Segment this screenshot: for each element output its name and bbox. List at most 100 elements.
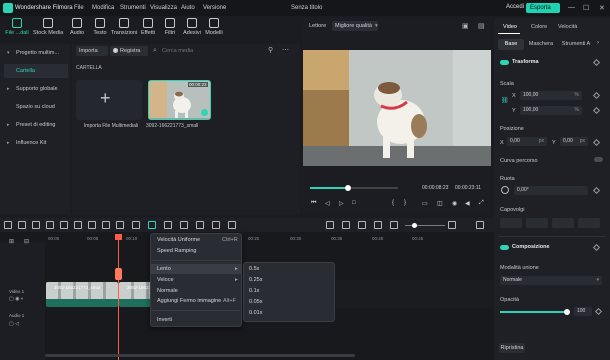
sidebar-item-editing-presets[interactable]: ▸ Preset di editing — [4, 118, 68, 132]
submenu-item[interactable]: 0.5x — [249, 266, 259, 272]
text-edit-icon[interactable] — [102, 221, 110, 229]
rotate-right-button[interactable] — [578, 218, 600, 228]
opacity-slider[interactable] — [500, 311, 566, 313]
menu-aiuto[interactable]: Aiuto — [181, 5, 195, 11]
search-input[interactable] — [152, 46, 264, 56]
sidebar-item-global-support[interactable]: ▸ Supporto globale — [4, 82, 68, 96]
menu-item-uniform-speed[interactable]: Velocità Uniforme — [157, 237, 200, 243]
login-button[interactable]: Accedi — [506, 4, 524, 10]
snap-icon[interactable] — [374, 221, 382, 229]
track-lock-icon[interactable]: ▢ ◉ ◐ — [9, 296, 24, 302]
menu-item-freeze-frame[interactable]: Aggiungi Fermo immagine — [157, 298, 221, 304]
redo-icon[interactable] — [46, 221, 54, 229]
color-icon[interactable] — [164, 221, 172, 229]
menu-file[interactable]: File — [74, 5, 84, 11]
reset-button[interactable]: Ripristina — [499, 343, 525, 353]
shield-icon[interactable] — [326, 221, 334, 229]
tab-video[interactable]: Video — [503, 24, 517, 30]
panel-layout-icon[interactable]: ▤ — [478, 22, 485, 30]
rotate-dial-icon[interactable] — [501, 186, 509, 194]
close-icon[interactable]: ✕ — [599, 4, 605, 12]
preview-scrubber-handle[interactable] — [345, 185, 351, 191]
blend-mode-select[interactable]: Normale ▾ — [500, 276, 602, 285]
play-icon[interactable]: ▷ — [339, 200, 344, 207]
scale-y-field[interactable]: 100,00% — [520, 106, 582, 115]
rotate-field[interactable]: 0,00° — [514, 186, 588, 195]
subtab-mask[interactable]: Maschera — [526, 39, 556, 50]
submenu-item[interactable]: 0.05x — [249, 299, 262, 305]
opacity-field[interactable]: 100 — [574, 307, 592, 316]
cut-icon[interactable] — [74, 221, 82, 229]
ai-icon[interactable] — [228, 221, 236, 229]
sidebar-item-project-media[interactable]: ▾ Progetto multim... — [4, 46, 68, 60]
menu-strumenti[interactable]: Strumenti — [120, 5, 146, 11]
preview-video[interactable] — [303, 50, 491, 166]
position-x-field[interactable]: 0,00 px — [507, 137, 547, 146]
link-icon[interactable]: ⛓ — [501, 97, 509, 104]
curve-toggle[interactable] — [594, 157, 603, 162]
submenu-item[interactable]: 0.25x — [249, 277, 262, 283]
menu-item-reverse[interactable]: Inverti — [157, 317, 172, 323]
playhead-handle[interactable] — [115, 234, 122, 240]
minimize-icon[interactable]: — — [568, 4, 575, 11]
more-icon[interactable]: ⋯ — [282, 46, 289, 54]
sidebar-item-influence-kit[interactable]: ▸ Influence Kit — [4, 136, 68, 150]
mosaic-icon[interactable] — [196, 221, 204, 229]
timer-icon[interactable] — [180, 221, 188, 229]
menu-visualizza[interactable]: Visualizza — [150, 5, 177, 11]
sidebar-item-cloud-space[interactable]: Spazio su cloud — [4, 100, 68, 114]
rotate-left-button[interactable] — [552, 218, 574, 228]
zoom-slider-handle[interactable] — [412, 223, 417, 228]
mic-icon[interactable] — [342, 221, 350, 229]
sidebar-item-folder[interactable]: Cartella — [4, 64, 68, 78]
timeline-ruler[interactable] — [45, 234, 494, 242]
step-back-icon[interactable]: ⏮ — [311, 200, 316, 207]
select-icon[interactable] — [18, 221, 26, 229]
track-mute-icon[interactable]: ▢ ◁ — [9, 321, 19, 327]
fullscreen-icon[interactable]: ⤢ — [479, 200, 484, 207]
opacity-slider-handle[interactable] — [564, 309, 570, 315]
grid-icon[interactable] — [476, 221, 484, 229]
split-marker[interactable] — [115, 268, 122, 280]
prev-frame-icon[interactable]: ◁ — [325, 200, 330, 207]
add-track-icon[interactable]: ⊞ — [9, 238, 14, 245]
tool-media[interactable]: File ...dali — [2, 18, 32, 36]
mark-out-icon[interactable]: } — [404, 200, 406, 206]
layers-icon[interactable] — [358, 221, 366, 229]
scale-x-field[interactable]: 100,00% — [520, 91, 582, 100]
keyframe-panel-icon[interactable] — [212, 221, 220, 229]
tool-templates[interactable]: Modelli — [199, 18, 229, 36]
subtab-ai-tools[interactable]: Strumenti A — [560, 39, 592, 50]
layout-icon[interactable] — [4, 221, 12, 229]
menu-item-speed-ramping[interactable]: Speed Ramping — [157, 248, 196, 254]
tab-speed[interactable]: Velocità — [558, 24, 577, 30]
undo-icon[interactable] — [32, 221, 40, 229]
tab-color[interactable]: Colore — [531, 24, 547, 30]
mark-in-icon[interactable]: { — [392, 200, 394, 206]
subtab-base[interactable]: Base — [498, 39, 524, 50]
submenu-item[interactable]: 0.1x — [249, 288, 259, 294]
transform-toggle[interactable] — [500, 60, 509, 65]
monitor-icon[interactable]: ▭ — [422, 200, 428, 207]
delete-icon[interactable] — [60, 221, 68, 229]
link-tracks-icon[interactable]: ⊟ — [24, 238, 29, 245]
speed-icon[interactable] — [148, 221, 156, 229]
timeline-clip[interactable]: 3092-166221773_smal — [46, 282, 118, 307]
filter-icon[interactable]: ⚲ — [268, 46, 273, 54]
zoom-in-icon[interactable] — [448, 221, 456, 229]
menu-item-normal[interactable]: Normale — [157, 288, 178, 294]
maximize-icon[interactable]: ☐ — [583, 4, 589, 12]
compositing-toggle[interactable] — [500, 245, 509, 250]
timeline-scrollbar[interactable] — [45, 354, 355, 357]
transform-icon[interactable] — [132, 221, 140, 229]
tool-stock-media[interactable]: Stock Media — [33, 18, 63, 36]
image-icon[interactable]: ▣ — [462, 22, 469, 30]
zoom-out-icon[interactable] — [390, 221, 398, 229]
zoom-slider[interactable] — [405, 225, 445, 226]
position-y-field[interactable]: 0,00 px — [560, 137, 588, 146]
chevron-right-icon[interactable]: › — [597, 40, 599, 46]
playhead[interactable] — [118, 234, 119, 360]
quality-select[interactable]: Migliore qualità ▾ — [332, 21, 378, 31]
submenu-item[interactable]: 0.01x — [249, 310, 262, 316]
flip-horizontal-button[interactable] — [500, 218, 522, 228]
